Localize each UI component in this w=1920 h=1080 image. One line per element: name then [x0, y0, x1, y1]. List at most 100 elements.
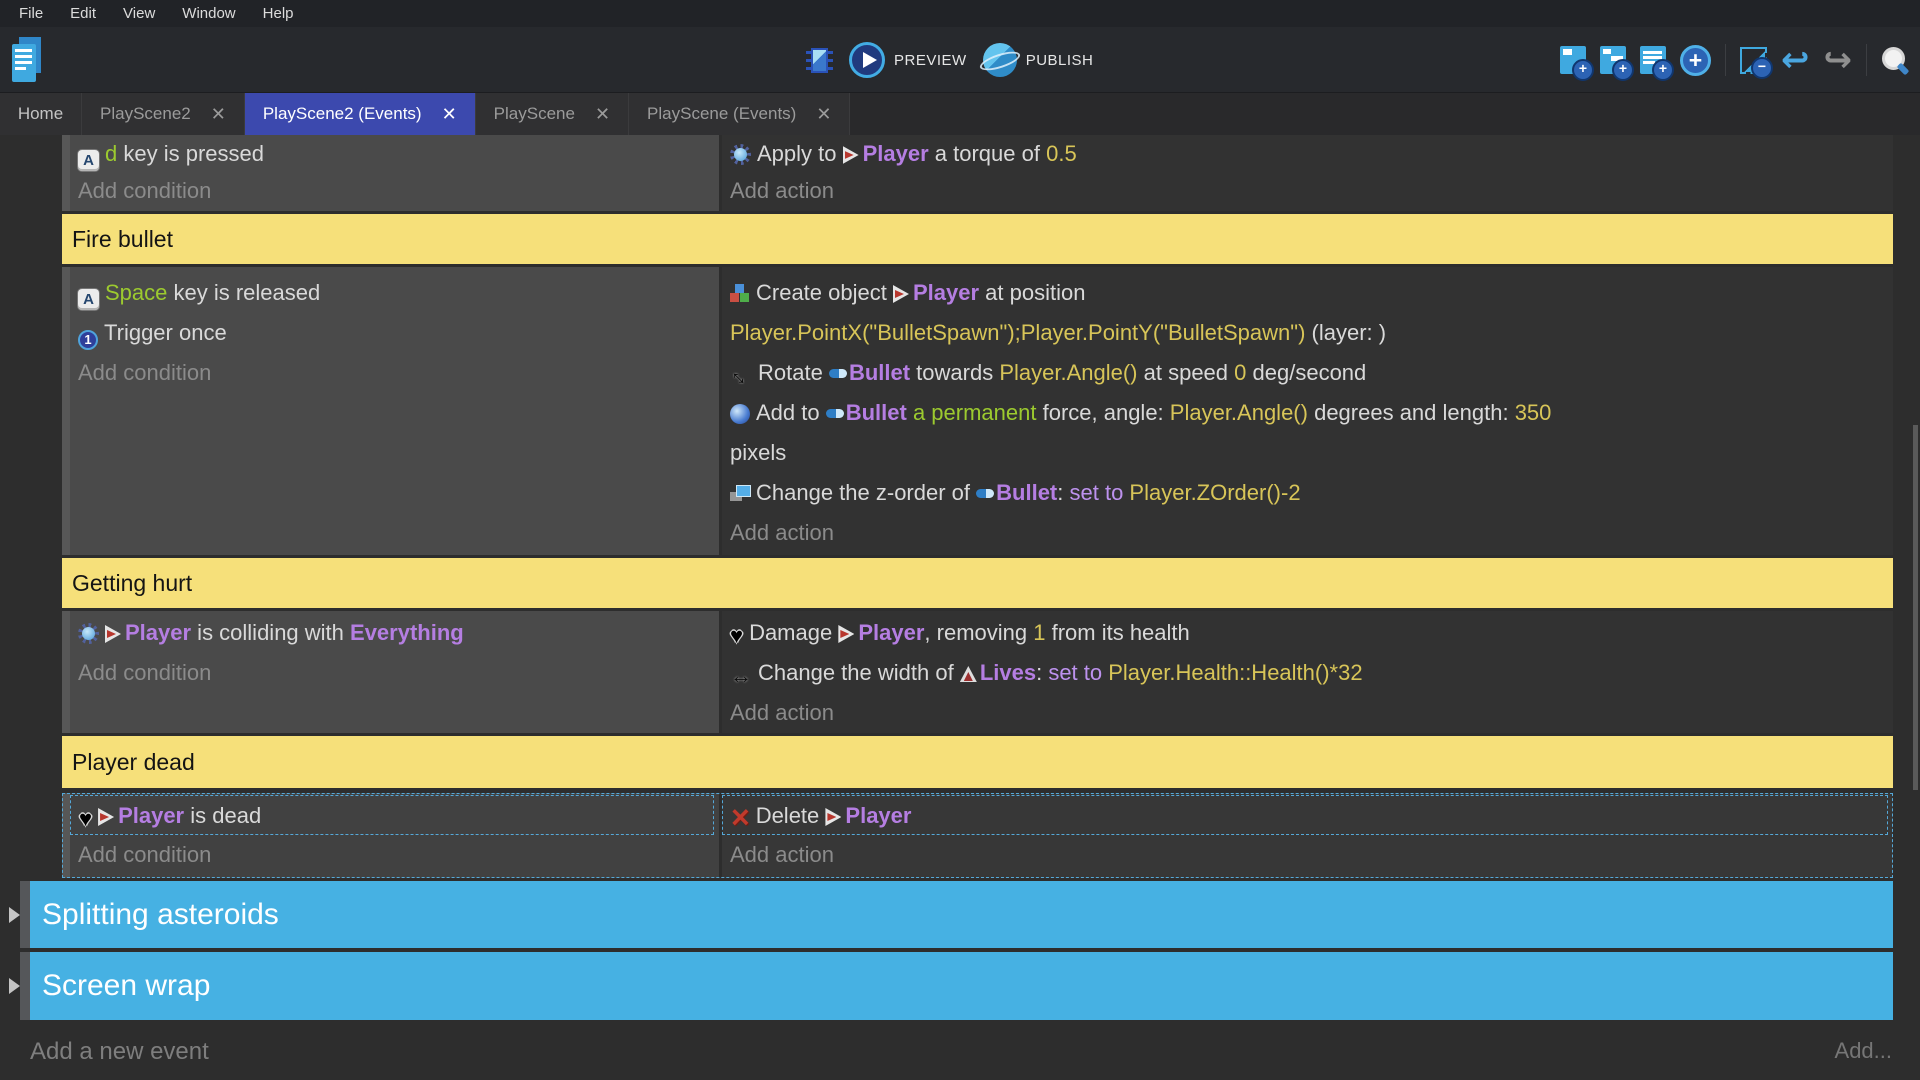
- condition[interactable]: Space key is released: [70, 273, 719, 313]
- action[interactable]: Rotate Bullet towards Player.Angle() at …: [722, 353, 1893, 393]
- text-segment: a permanent: [907, 400, 1043, 425]
- action[interactable]: Damage Player, removing 1 from its healt…: [722, 613, 1893, 653]
- condition[interactable]: Player is dead: [70, 795, 714, 835]
- tab-playscene2-events[interactable]: PlayScene2 (Events) ✕: [245, 93, 476, 135]
- comment-row[interactable]: Player dead: [62, 736, 1893, 788]
- bullet-icon: [976, 489, 994, 498]
- toolbar-separator: [1725, 44, 1726, 76]
- event-drag-handle[interactable]: [62, 793, 70, 878]
- player-ship-icon: [843, 146, 859, 164]
- close-icon[interactable]: ✕: [211, 104, 226, 125]
- text-segment: at position: [979, 280, 1085, 305]
- text-segment: set to: [1070, 480, 1130, 505]
- comment-text: Player dead: [62, 749, 195, 776]
- action[interactable]: Create object Player at position: [722, 273, 1893, 313]
- add-condition-link[interactable]: Add condition: [70, 353, 719, 393]
- player-ship-icon: [838, 625, 854, 643]
- text-segment: Delete: [756, 803, 826, 828]
- close-icon[interactable]: ✕: [442, 104, 457, 125]
- condition[interactable]: Player is colliding with Everything: [70, 613, 719, 653]
- text-segment: 1: [1033, 620, 1045, 645]
- group-row: Splitting asteroids: [0, 881, 1893, 948]
- text-segment: Apply to: [757, 141, 843, 166]
- action[interactable]: Delete Player: [722, 795, 1888, 835]
- comment-row[interactable]: Fire bullet: [62, 214, 1893, 264]
- close-icon[interactable]: ✕: [595, 104, 610, 125]
- add-subevent-button[interactable]: [1600, 46, 1626, 74]
- group-bar[interactable]: Screen wrap: [30, 952, 1893, 1020]
- add-new-event-label[interactable]: Add a new event: [30, 1038, 209, 1066]
- add-condition-link[interactable]: Add condition: [70, 653, 719, 693]
- action[interactable]: pixels: [722, 433, 1893, 473]
- add-condition-link[interactable]: Add condition: [70, 835, 719, 875]
- text-segment: is dead: [184, 803, 261, 828]
- vertical-scrollbar[interactable]: [1913, 425, 1918, 790]
- physics-icon: [730, 144, 751, 165]
- condition[interactable]: Trigger once: [70, 313, 719, 353]
- publish-button[interactable]: PUBLISH: [983, 43, 1094, 77]
- group-bar[interactable]: Splitting asteroids: [30, 881, 1893, 948]
- condition-cell: Player is deadAdd condition: [70, 793, 719, 878]
- debug-button[interactable]: [806, 48, 833, 73]
- undo-icon: [1781, 45, 1810, 75]
- add-comment-icon: [1640, 46, 1666, 74]
- text-segment: Everything: [350, 620, 464, 645]
- create-object-icon: [730, 284, 750, 303]
- undo-button[interactable]: [1781, 45, 1810, 75]
- group-title: Screen wrap: [30, 969, 210, 1003]
- add-comment-button[interactable]: [1640, 46, 1666, 74]
- add-event-button[interactable]: [1560, 46, 1586, 74]
- add-condition-link[interactable]: Add condition: [70, 172, 719, 209]
- text-segment: :: [1057, 480, 1069, 505]
- tab-label: PlayScene2: [100, 104, 191, 124]
- event-drag-handle[interactable]: [62, 267, 70, 555]
- event-row[interactable]: d key is pressedAdd conditionApply to Pl…: [62, 135, 1893, 211]
- tab-playscene-events[interactable]: PlayScene (Events) ✕: [629, 93, 850, 135]
- preview-button[interactable]: PREVIEW: [849, 42, 967, 78]
- tab-playscene2[interactable]: PlayScene2 ✕: [82, 93, 245, 135]
- action[interactable]: Apply to Player a torque of 0.5: [722, 135, 1893, 172]
- add-action-link[interactable]: Add action: [722, 172, 1893, 209]
- action[interactable]: Player.PointX("BulletSpawn");Player.Poin…: [722, 313, 1893, 353]
- tab-home[interactable]: Home: [0, 93, 82, 135]
- menu-item-edit[interactable]: Edit: [61, 0, 105, 27]
- add-action-link[interactable]: Add action: [722, 513, 1893, 553]
- redo-button[interactable]: [1824, 45, 1853, 75]
- add-action-link[interactable]: Add action: [722, 693, 1893, 733]
- event-drag-handle[interactable]: [62, 135, 70, 211]
- bullet-icon: [829, 369, 847, 378]
- tab-label: Home: [18, 104, 63, 124]
- menu-item-help[interactable]: Help: [254, 0, 303, 27]
- collapse-arrow-icon[interactable]: [9, 907, 20, 923]
- search-button[interactable]: [1881, 46, 1910, 75]
- text-segment: Player: [863, 141, 929, 166]
- text-segment: Lives: [980, 660, 1036, 685]
- action[interactable]: Add to Bullet a permanent force, angle: …: [722, 393, 1893, 433]
- remove-selection-button[interactable]: [1740, 47, 1767, 74]
- add-new-button[interactable]: [1680, 45, 1711, 76]
- project-manager-button[interactable]: [12, 37, 42, 83]
- add-event-icon: [1560, 46, 1586, 74]
- text-segment: Player: [858, 620, 924, 645]
- event-drag-handle[interactable]: [62, 611, 70, 733]
- text-segment: Player.Angle(): [1170, 400, 1308, 425]
- event-row[interactable]: Player is colliding with EverythingAdd c…: [62, 611, 1893, 733]
- event-row-selected[interactable]: Player is deadAdd conditionDelete Player…: [62, 793, 1893, 878]
- menu-item-view[interactable]: View: [114, 0, 164, 27]
- tab-playscene[interactable]: PlayScene ✕: [476, 93, 629, 135]
- action[interactable]: Change the width of Lives: set to Player…: [722, 653, 1893, 693]
- add-action-link[interactable]: Add action: [722, 835, 1893, 875]
- menu-item-file[interactable]: File: [10, 0, 52, 27]
- menu-item-window[interactable]: Window: [173, 0, 244, 27]
- add-button[interactable]: Add...: [1835, 1038, 1893, 1066]
- close-icon[interactable]: ✕: [816, 104, 831, 125]
- text-segment: towards: [910, 360, 999, 385]
- remove-selection-icon: [1740, 47, 1767, 74]
- comment-row[interactable]: Getting hurt: [62, 558, 1893, 608]
- event-row[interactable]: Space key is releasedTrigger onceAdd con…: [62, 267, 1893, 555]
- action[interactable]: Change the z-order of Bullet: set to Pla…: [722, 473, 1893, 513]
- text-segment: Bullet: [996, 480, 1057, 505]
- search-icon: [1881, 46, 1910, 75]
- collapse-arrow-icon[interactable]: [9, 978, 20, 994]
- condition[interactable]: d key is pressed: [70, 135, 719, 172]
